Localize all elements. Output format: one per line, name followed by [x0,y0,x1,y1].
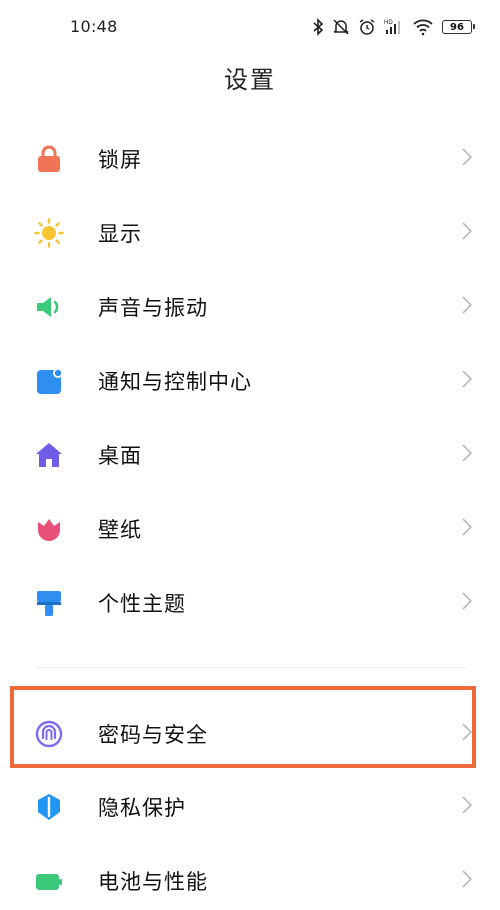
settings-item-themes[interactable]: 个性主题 [0,572,500,632]
settings-item-wallpaper[interactable]: 壁纸 [0,498,500,558]
settings-item-sound-vibration[interactable]: 声音与振动 [0,276,500,336]
settings-item-label: 通知与控制中心 [98,370,252,394]
chevron-right-icon [462,296,472,314]
chevron-right-icon [462,870,472,888]
chevron-right-icon [462,148,472,166]
sun-icon [34,218,64,248]
chevron-right-icon [462,444,472,462]
settings-item-label: 锁屏 [98,148,142,172]
settings-item-label: 声音与振动 [98,296,208,320]
settings-item-home-screen[interactable]: 桌面 [0,424,500,484]
settings-item-label: 隐私保护 [98,796,186,820]
chevron-right-icon [462,518,472,536]
battery-icon [36,874,62,890]
chevron-right-icon [462,796,472,814]
settings-item-lock-screen[interactable]: 锁屏 [0,128,500,188]
settings-item-label: 电池与性能 [98,870,208,894]
settings-item-display[interactable]: 显示 [0,202,500,262]
settings-item-notifications[interactable]: 通知与控制中心 [0,350,500,410]
home-icon [36,443,62,467]
tulip-icon [38,519,60,541]
section-divider [36,667,466,668]
notification-icon [37,368,63,394]
brush-icon [37,591,61,616]
chevron-right-icon [462,370,472,388]
lock-icon [38,145,60,172]
chevron-right-icon [462,222,472,240]
highlight-box [10,686,476,768]
settings-item-label: 桌面 [98,444,142,468]
settings-item-privacy[interactable]: 隐私保护 [0,776,500,836]
chevron-right-icon [462,592,472,610]
speaker-icon [37,297,59,317]
settings-item-label: 个性主题 [98,592,186,616]
settings-item-battery-performance[interactable]: 电池与性能 [0,850,500,910]
shield-icon [38,794,60,820]
settings-item-label: 显示 [98,222,142,246]
settings-item-label: 壁纸 [98,518,142,542]
